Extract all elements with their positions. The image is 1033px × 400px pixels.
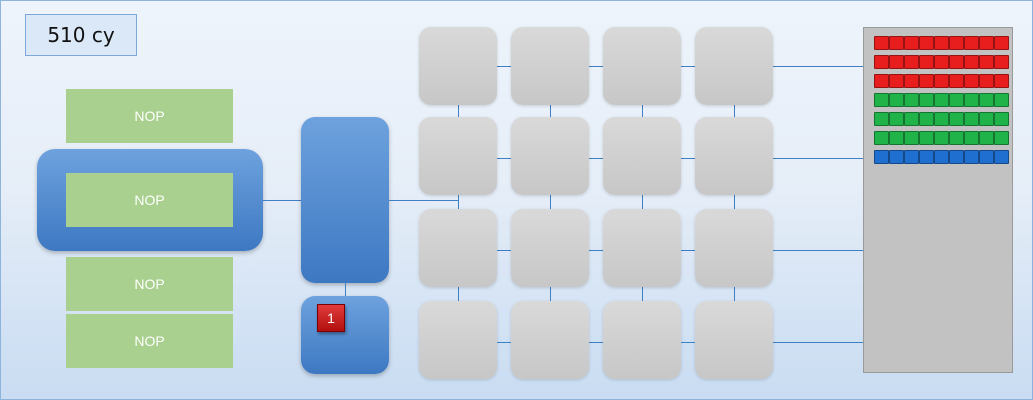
register-cell — [919, 36, 934, 50]
register-cell — [874, 55, 889, 69]
execution-unit-cell — [419, 209, 497, 287]
register-cell — [919, 131, 934, 145]
register-cell — [994, 36, 1009, 50]
execution-unit-cell — [603, 209, 681, 287]
register-cell — [949, 74, 964, 88]
register-cell — [949, 131, 964, 145]
instruction-slot-4: NOP — [66, 314, 233, 368]
instruction-label: NOP — [134, 192, 165, 208]
connector-line — [345, 283, 346, 297]
register-cell — [919, 74, 934, 88]
register-cell — [904, 131, 919, 145]
execution-unit-cell — [603, 27, 681, 105]
register-cell — [889, 131, 904, 145]
register-cell — [994, 74, 1009, 88]
decoder-block — [301, 117, 389, 283]
register-cell — [964, 36, 979, 50]
register-cell — [994, 93, 1009, 107]
register-cell — [889, 74, 904, 88]
register-cell — [934, 36, 949, 50]
register-file — [863, 27, 1013, 373]
register-cell — [904, 112, 919, 126]
queue-count-badge: 1 — [317, 304, 345, 332]
instruction-label: NOP — [134, 108, 165, 124]
diagram-canvas: 510 cy NOP NOP NOP NOP 1 — [0, 0, 1033, 400]
register-cell — [874, 93, 889, 107]
register-cell — [889, 55, 904, 69]
register-cell — [994, 131, 1009, 145]
execution-unit-cell — [419, 27, 497, 105]
register-cell — [874, 36, 889, 50]
register-cell — [904, 93, 919, 107]
register-cell — [979, 112, 994, 126]
execution-unit-cell — [695, 209, 773, 287]
register-cell — [934, 93, 949, 107]
register-cell — [934, 55, 949, 69]
execution-unit-cell — [695, 117, 773, 195]
register-cell — [889, 93, 904, 107]
instruction-label: NOP — [134, 276, 165, 292]
register-cell — [934, 150, 949, 164]
instruction-label: NOP — [134, 333, 165, 349]
register-cell — [874, 74, 889, 88]
register-cell — [994, 112, 1009, 126]
register-cell — [964, 74, 979, 88]
cycle-counter-label: 510 cy — [47, 23, 115, 47]
register-cell — [889, 36, 904, 50]
register-cell — [994, 55, 1009, 69]
register-cell — [904, 55, 919, 69]
register-cell — [874, 150, 889, 164]
instruction-slot-3: NOP — [66, 257, 233, 311]
register-cell — [979, 55, 994, 69]
register-cell — [934, 74, 949, 88]
execution-unit-cell — [511, 117, 589, 195]
instruction-slot-2: NOP — [66, 173, 233, 227]
queue-count-label: 1 — [327, 310, 335, 326]
register-cell — [919, 150, 934, 164]
register-cell — [964, 55, 979, 69]
register-cell — [979, 131, 994, 145]
register-cell — [964, 93, 979, 107]
register-cell — [874, 112, 889, 126]
register-cell — [964, 150, 979, 164]
register-cell — [994, 150, 1009, 164]
register-cell — [949, 93, 964, 107]
cycle-counter: 510 cy — [25, 14, 137, 56]
register-cell — [904, 150, 919, 164]
register-cell — [979, 150, 994, 164]
register-cell — [979, 93, 994, 107]
register-cell — [904, 74, 919, 88]
register-cell — [979, 74, 994, 88]
instruction-slot-1: NOP — [66, 89, 233, 143]
register-cell — [889, 150, 904, 164]
register-cell — [949, 36, 964, 50]
register-cell — [949, 55, 964, 69]
register-cell — [949, 150, 964, 164]
execution-unit-cell — [695, 27, 773, 105]
connector-line — [389, 200, 459, 201]
execution-unit-cell — [419, 117, 497, 195]
execution-unit-cell — [419, 301, 497, 379]
execution-unit-cell — [603, 301, 681, 379]
register-cell — [949, 112, 964, 126]
register-cell — [964, 112, 979, 126]
execution-unit-cell — [511, 27, 589, 105]
execution-unit-cell — [603, 117, 681, 195]
queue-block — [301, 296, 389, 374]
register-cell — [919, 93, 934, 107]
register-cell — [979, 36, 994, 50]
register-cell — [874, 131, 889, 145]
execution-unit-cell — [511, 209, 589, 287]
connector-line — [263, 200, 301, 201]
register-cell — [934, 112, 949, 126]
execution-unit-cell — [511, 301, 589, 379]
register-cell — [964, 131, 979, 145]
register-cell — [919, 112, 934, 126]
register-cell — [919, 55, 934, 69]
register-cell — [934, 131, 949, 145]
execution-unit-cell — [695, 301, 773, 379]
register-cell — [904, 36, 919, 50]
register-cell — [889, 112, 904, 126]
